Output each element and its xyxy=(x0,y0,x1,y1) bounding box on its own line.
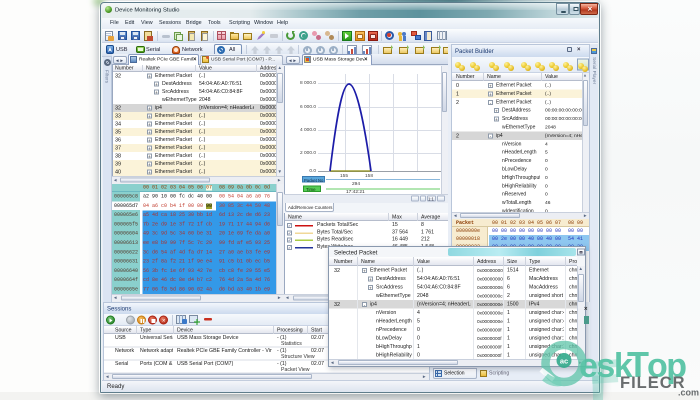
svg-text:FILECR: FILECR xyxy=(620,374,686,392)
svg-text:.com: .com xyxy=(678,388,699,398)
svg-text:ac: ac xyxy=(560,357,568,366)
